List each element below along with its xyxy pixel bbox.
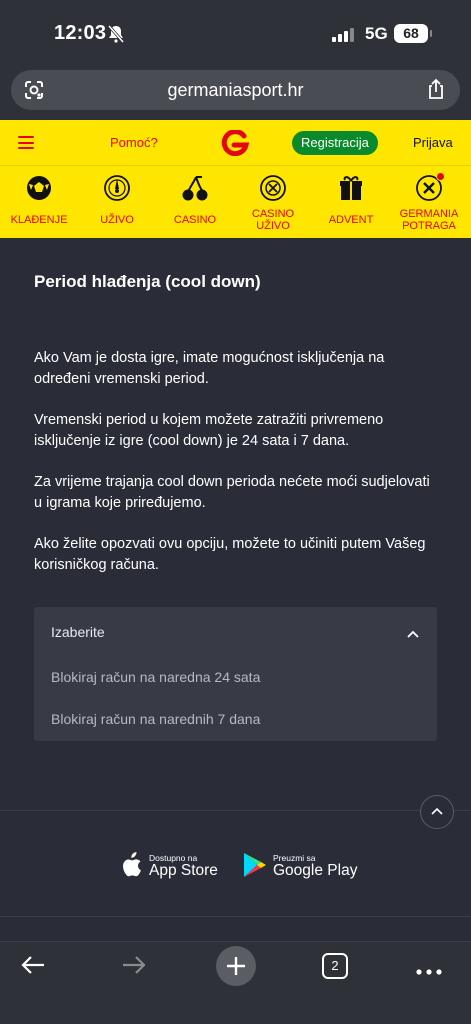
divider: [0, 916, 471, 917]
help-link[interactable]: Pomoć?: [110, 135, 158, 150]
paragraph: Ako želite opozvati ovu opciju, možete t…: [34, 536, 426, 573]
category-casino[interactable]: CASINO: [156, 166, 234, 238]
register-button[interactable]: Registracija: [292, 131, 378, 155]
chevron-up-icon[interactable]: [407, 625, 419, 643]
back-arrow-icon[interactable]: [20, 954, 46, 981]
page-title: Period hlađenja (cool down): [34, 272, 261, 291]
browser-bottom-bar: 2: [0, 941, 471, 1024]
hamburger-menu-icon[interactable]: [18, 136, 34, 149]
status-bar: 12:03 5G 68: [0, 0, 471, 66]
browser-toolbar: germaniasport.hr: [0, 66, 471, 120]
more-options-icon[interactable]: [416, 962, 442, 980]
google-play-icon: [244, 853, 266, 877]
url-text: germaniasport.hr: [167, 80, 304, 100]
soccer-ball-icon: [27, 176, 51, 200]
signal-icon: [332, 26, 354, 42]
category-label: ADVENT: [328, 214, 374, 226]
forward-arrow-icon[interactable]: [121, 954, 147, 981]
network-type: 5G: [365, 24, 388, 43]
paragraph: Za vrijeme trajanja cool down perioda ne…: [34, 474, 430, 511]
category-germania-potraga[interactable]: GERMANIA POTRAGA: [390, 166, 468, 238]
scroll-to-top-button[interactable]: [420, 795, 454, 829]
select-option[interactable]: Blokiraj račun na naredna 24 sata: [51, 669, 260, 685]
category-live-casino[interactable]: CASINO UŽIVO: [234, 166, 312, 238]
category-label: CASINO: [173, 214, 217, 226]
share-icon[interactable]: [426, 78, 446, 105]
app-store-text: App Store: [149, 862, 218, 879]
category-advent[interactable]: ADVENT: [312, 166, 390, 238]
notification-dot: [436, 172, 445, 181]
chevron-up-icon: [431, 807, 443, 815]
google-play-text: Google Play: [273, 862, 358, 879]
app-store-badge[interactable]: Dostupno na App Store: [120, 850, 220, 882]
paragraph: Ako Vam je dosta igre, imate mogućnost i…: [34, 350, 385, 387]
google-play-badge[interactable]: Preuzmi sa Google Play: [243, 850, 358, 882]
paragraph: Vremenski period u kojem možete zatražit…: [34, 412, 384, 449]
roulette-icon: [260, 175, 286, 201]
category-live[interactable]: UŽIVO: [78, 166, 156, 238]
category-label: GERMANIA POTRAGA: [399, 208, 459, 232]
battery-icon: 68: [394, 24, 432, 43]
gift-icon: [340, 176, 362, 200]
cooldown-period-select[interactable]: Izaberite Blokiraj račun na naredna 24 s…: [34, 607, 437, 741]
bell-muted-icon: [107, 25, 125, 48]
cherries-icon: [182, 176, 208, 201]
category-nav: KLAĐENJE UŽIVO CASINO CASINO UŽIVO ADVEN…: [0, 166, 471, 238]
live-gauge-icon: [104, 175, 130, 201]
divider: [0, 810, 471, 811]
new-tab-button[interactable]: [216, 946, 256, 986]
category-betting[interactable]: KLAĐENJE: [0, 166, 78, 238]
category-label: CASINO UŽIVO: [251, 208, 295, 232]
main-content: Period hlađenja (cool down) Ako Vam je d…: [34, 270, 439, 573]
login-link[interactable]: Prijava: [413, 135, 453, 150]
select-option[interactable]: Blokiraj račun na narednih 7 dana: [51, 711, 260, 727]
tab-switcher-button[interactable]: 2: [322, 953, 348, 979]
apple-icon: [123, 852, 141, 877]
category-label: KLAĐENJE: [10, 214, 68, 226]
germania-logo[interactable]: [220, 129, 250, 161]
select-label[interactable]: Izaberite: [51, 624, 105, 640]
address-bar[interactable]: germaniasport.hr: [11, 70, 460, 110]
plus-icon: [227, 957, 245, 975]
status-time: 12:03: [54, 22, 107, 44]
category-label: UŽIVO: [100, 214, 134, 226]
site-header: Pomoć? Registracija Prijava: [0, 120, 471, 166]
